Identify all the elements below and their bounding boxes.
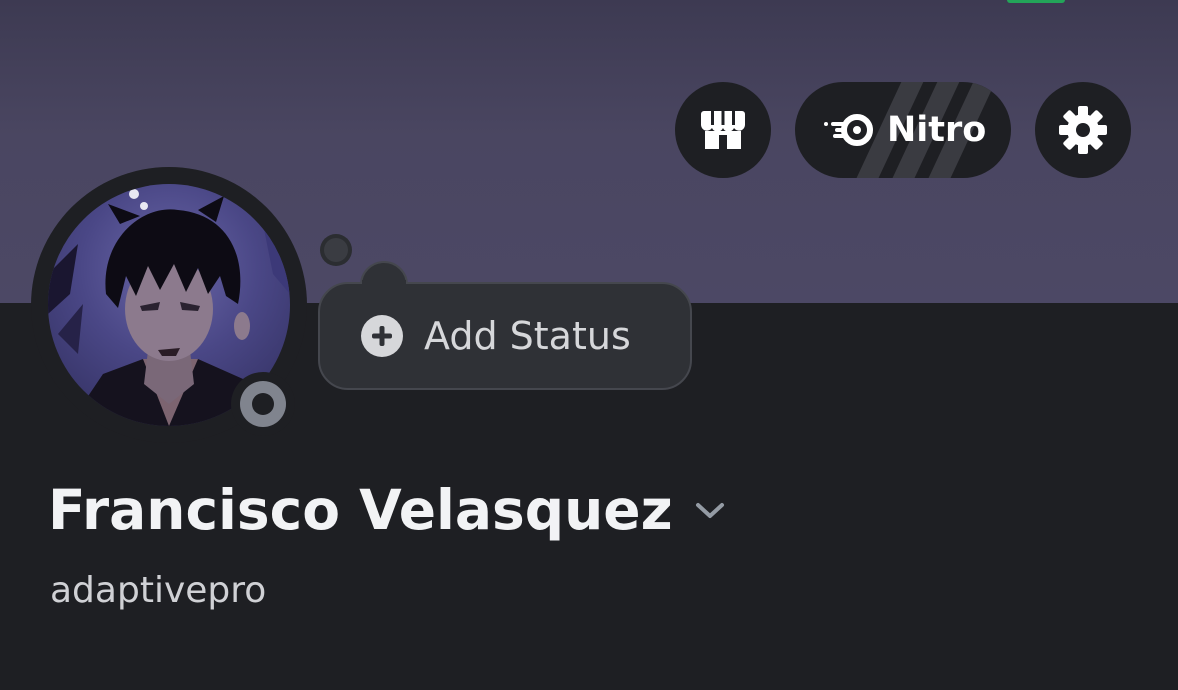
- display-name: Francisco Velasquez: [48, 478, 673, 542]
- nitro-button[interactable]: Nitro: [795, 82, 1011, 178]
- profile-screen: Nitro Add Status Francisco Velasquez ada…: [0, 0, 1178, 690]
- add-status-label: Add Status: [424, 314, 631, 358]
- username: adaptivepro: [50, 570, 267, 611]
- add-status-button[interactable]: Add Status: [318, 282, 692, 390]
- status-bubble-join: [362, 280, 406, 290]
- display-name-row[interactable]: Francisco Velasquez: [48, 478, 725, 542]
- gear-icon: [1059, 106, 1107, 154]
- shop-button[interactable]: [675, 82, 771, 178]
- shop-icon: [701, 111, 745, 149]
- status-bubble-dot: [320, 234, 352, 266]
- nitro-label: Nitro: [887, 110, 987, 150]
- settings-button[interactable]: [1035, 82, 1131, 178]
- presence-offline-hole: [252, 393, 274, 415]
- nitro-icon: [824, 114, 873, 146]
- chevron-down-icon[interactable]: [695, 501, 725, 519]
- top-indicator: [1007, 0, 1065, 3]
- plus-circle-icon: [361, 315, 403, 357]
